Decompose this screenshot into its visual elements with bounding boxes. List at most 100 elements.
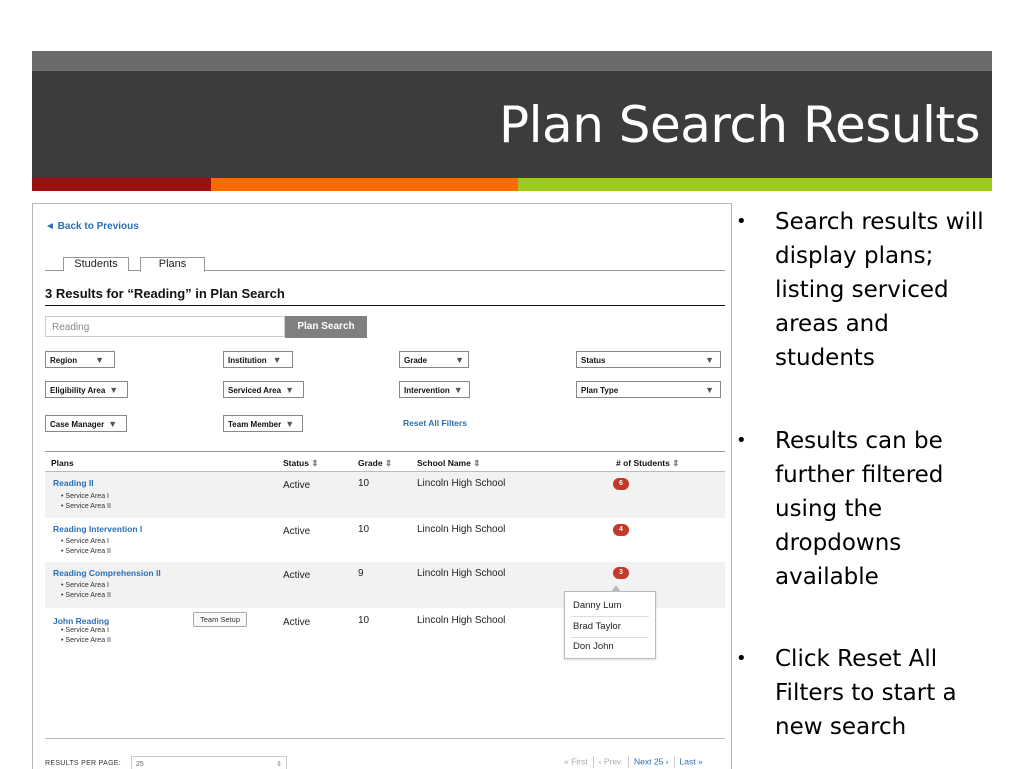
chevron-down-icon: ▼	[453, 385, 463, 395]
school-cell: Lincoln High School	[417, 524, 506, 535]
col-grade[interactable]: Grade ⇕	[358, 458, 392, 469]
col-plans[interactable]: Plans	[51, 458, 74, 468]
chevron-down-icon: ▼	[705, 385, 714, 395]
last-page-link[interactable]: Last »	[680, 756, 703, 766]
col-status-label: Status	[283, 458, 309, 468]
case-manager-dropdown[interactable]: Case Manager ▼	[45, 415, 127, 432]
plan-type-dropdown[interactable]: Plan Type ▼	[576, 381, 721, 398]
results-heading: 3 Results for “Reading” in Plan Search	[45, 286, 285, 301]
first-page-link[interactable]: « First	[564, 756, 588, 766]
status-dropdown[interactable]: Status ▼	[576, 351, 721, 368]
school-cell: Lincoln High School	[417, 568, 506, 579]
results-per-page-select[interactable]: 25 ⇕	[131, 756, 287, 769]
col-students-label: # of Students	[616, 458, 670, 468]
student-count-badge[interactable]: 6	[613, 478, 629, 490]
team-setup-button[interactable]: Team Setup	[193, 612, 247, 627]
eligibility-area-dropdown[interactable]: Eligibility Area ▼	[45, 381, 128, 398]
institution-dropdown[interactable]: Institution ▼	[223, 351, 293, 368]
select-arrows-icon: ⇕	[276, 761, 282, 768]
region-dropdown[interactable]: Region ▼	[45, 351, 115, 368]
team-member-dropdown[interactable]: Team Member ▼	[223, 415, 303, 432]
sort-icon: ⇕	[473, 458, 481, 468]
status-label: Status	[581, 356, 606, 365]
col-school-label: School Name	[417, 458, 471, 468]
accent-orange	[211, 178, 518, 191]
eligibility-area-label: Eligibility Area	[50, 386, 106, 395]
service-area: • Service Area I	[61, 493, 109, 500]
status-cell: Active	[283, 526, 311, 537]
table-row[interactable]: Reading II • Service Area I • Service Ar…	[45, 472, 725, 518]
status-cell: Active	[283, 570, 311, 581]
pagination: « First ‹ Prev. Next 25 › Last »	[564, 756, 703, 768]
bullet-icon: •	[736, 648, 747, 669]
status-cell: Active	[283, 617, 311, 628]
chevron-down-icon: ▼	[455, 355, 465, 365]
back-link[interactable]: ◄ Back to Previous	[45, 221, 139, 232]
chevron-down-icon: ▼	[272, 355, 282, 365]
accent-stripe	[32, 178, 992, 191]
plan-type-label: Plan Type	[581, 386, 619, 395]
grade-cell: 9	[358, 568, 364, 579]
popup-caret	[611, 585, 621, 592]
col-num-students[interactable]: # of Students ⇕	[616, 458, 679, 469]
next-page-link[interactable]: Next 25 ›	[634, 756, 669, 766]
plan-link[interactable]: Reading Comprehension II	[53, 568, 161, 578]
region-label: Region	[50, 356, 78, 365]
service-area: • Service Area I	[61, 582, 109, 589]
sort-icon: ⇕	[384, 458, 393, 468]
grade-cell: 10	[358, 524, 370, 535]
serviced-area-dropdown[interactable]: Serviced Area ▼	[223, 381, 304, 398]
plan-search-button[interactable]: Plan Search	[285, 316, 367, 338]
heading-divider	[45, 305, 725, 306]
sort-icon: ⇕	[672, 458, 680, 468]
grade-label: Grade	[404, 356, 428, 365]
pager-separator	[673, 756, 675, 768]
slide-title: Plan Search Results	[499, 96, 980, 154]
col-grade-label: Grade	[358, 458, 383, 468]
pager-separator	[592, 756, 594, 768]
service-area: • Service Area II	[61, 548, 111, 555]
tab-students[interactable]: Students	[63, 257, 129, 271]
popup-student-item[interactable]: Don John	[573, 641, 614, 652]
title-top-strip	[32, 51, 992, 71]
students-popup: Danny Lum Brad Taylor Don John	[564, 585, 656, 659]
institution-label: Institution	[228, 356, 267, 365]
app-screenshot: ◄ Back to Previous Students Plans 3 Resu…	[32, 203, 732, 769]
bullet-text: Search results will display plans; listi…	[775, 209, 984, 371]
bullet-text: Click Reset All Filters to start a new s…	[775, 646, 957, 740]
grade-dropdown[interactable]: Grade ▼	[399, 351, 469, 368]
service-area: • Service Area I	[61, 538, 109, 545]
service-area: • Service Area I	[61, 627, 109, 634]
prev-page-link[interactable]: ‹ Prev.	[599, 756, 623, 766]
case-manager-label: Case Manager	[50, 420, 105, 429]
tab-plans[interactable]: Plans	[140, 257, 205, 272]
popup-divider	[571, 616, 649, 617]
grade-cell: 10	[358, 478, 370, 489]
popup-divider	[571, 637, 649, 638]
reset-all-filters-link[interactable]: Reset All Filters	[403, 418, 467, 428]
plan-link[interactable]: Reading Intervention I	[53, 524, 142, 534]
plan-link[interactable]: John Reading	[53, 616, 109, 626]
col-school-name[interactable]: School Name ⇕	[417, 458, 480, 469]
chevron-down-icon: ▼	[285, 419, 295, 429]
search-input[interactable]: Reading	[45, 316, 285, 337]
table-row[interactable]: Reading Intervention I • Service Area I …	[45, 518, 725, 562]
bullet-icon: •	[736, 211, 747, 232]
popup-student-item[interactable]: Brad Taylor	[573, 621, 621, 632]
student-count-badge[interactable]: 4	[613, 524, 629, 536]
slide-title-bar: Plan Search Results	[32, 51, 992, 178]
footer-divider	[45, 738, 725, 739]
chevron-down-icon: ▼	[109, 385, 119, 395]
plan-link[interactable]: Reading II	[53, 478, 94, 488]
pager-separator	[628, 756, 630, 768]
student-count-badge[interactable]: 3	[613, 567, 629, 579]
col-status[interactable]: Status ⇕	[283, 458, 318, 469]
accent-green	[518, 178, 992, 191]
popup-student-item[interactable]: Danny Lum	[573, 600, 622, 611]
school-cell: Lincoln High School	[417, 615, 506, 626]
chevron-down-icon: ▼	[285, 385, 294, 395]
bullet-icon: •	[736, 430, 747, 451]
intervention-dropdown[interactable]: Intervention ▼	[399, 381, 470, 398]
service-area: • Service Area II	[61, 592, 111, 599]
bullet-text: Results can be further filtered using th…	[775, 428, 944, 590]
